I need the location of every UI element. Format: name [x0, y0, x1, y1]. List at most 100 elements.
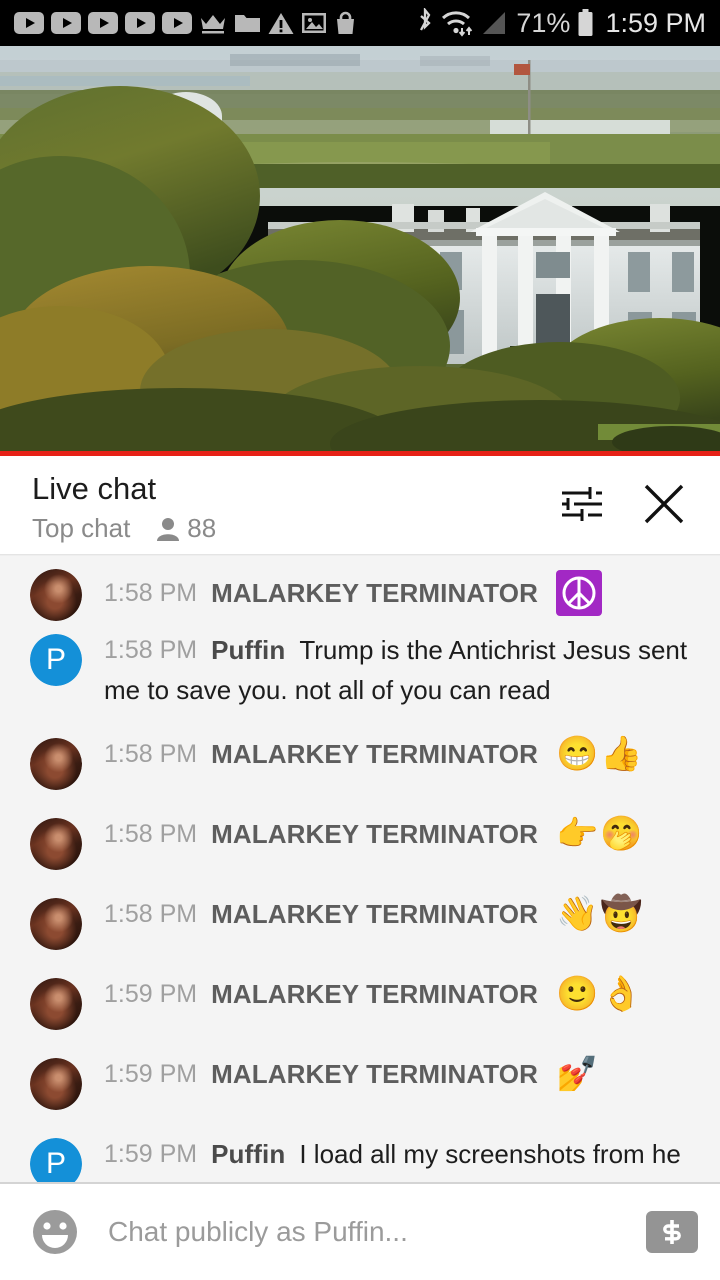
youtube-notification-icon-4 — [125, 12, 155, 34]
crown-icon — [201, 15, 225, 34]
super-chat-button[interactable] — [646, 1210, 698, 1253]
viewer-count-group: 88 — [156, 513, 216, 544]
status-bar-notification-icons — [14, 11, 416, 35]
avatar-photo — [30, 569, 82, 621]
youtube-notification-icon-2 — [51, 12, 81, 34]
chat-message-body: 1:58 PM Puffin Trump is the Antichrist J… — [82, 628, 702, 710]
status-bar-system-icons: 71% 1:59 PM — [416, 8, 706, 39]
viewer-count-label: 88 — [187, 513, 217, 543]
person-icon — [157, 517, 180, 541]
image-icon — [302, 13, 326, 33]
live-chat-message-list[interactable]: 1:58 PM MALARKEY TERMINATOR P 1:58 PM Pu… — [0, 556, 720, 1182]
chat-message-timestamp: 1:58 PM — [104, 579, 198, 607]
emoji-picker-button[interactable] — [30, 1207, 80, 1257]
chat-message-body: 1:58 PM MALARKEY TERMINATOR 👉🤭 — [82, 812, 702, 854]
live-chat-subrow: Top chat 88 — [32, 513, 558, 544]
video-frame — [0, 46, 720, 452]
live-chat-header: Live chat Top chat 88 — [0, 456, 720, 557]
avatar-photo — [30, 818, 82, 870]
peace-sign-sticker — [556, 570, 603, 616]
avatar[interactable]: P — [30, 634, 82, 686]
wifi-icon — [442, 11, 473, 37]
status-bar-clock: 1:59 PM — [605, 7, 706, 38]
chat-message-body: 1:58 PM MALARKEY TERMINATOR 👋🤠 — [82, 892, 702, 934]
avatar[interactable] — [30, 898, 82, 950]
warning-icon — [268, 12, 294, 34]
chat-message-emoji: 💅 — [556, 1055, 601, 1093]
chat-message-line: 1:58 PM MALARKEY TERMINATOR 👉🤭 — [104, 814, 702, 854]
chat-message-row[interactable]: P 1:58 PM Puffin Trump is the Antichrist… — [0, 628, 720, 732]
youtube-notification-icon-1 — [14, 12, 44, 34]
chat-message-row[interactable]: 1:58 PM MALARKEY TERMINATOR — [0, 556, 720, 628]
chat-message-timestamp: 1:59 PM — [104, 1140, 198, 1168]
chat-message-body: 1:59 PM MALARKEY TERMINATOR 💅 — [82, 1052, 702, 1094]
video-player[interactable] — [0, 46, 720, 456]
close-icon — [644, 484, 684, 524]
avatar-initial: P — [30, 634, 82, 686]
avatar[interactable] — [30, 569, 82, 621]
chat-message-author[interactable]: Puffin — [211, 1139, 285, 1169]
battery-icon — [578, 9, 593, 36]
bluetooth-icon — [420, 8, 432, 31]
chat-message-emoji: 😁👍 — [556, 735, 645, 773]
chat-message-author[interactable]: Puffin — [211, 635, 285, 665]
avatar-photo — [30, 1058, 82, 1110]
live-chat-header-actions — [558, 466, 698, 528]
chat-message-author[interactable]: MALARKEY TERMINATOR — [211, 819, 538, 849]
avatar[interactable]: P — [30, 1138, 82, 1182]
chat-message-emoji: 👉🤭 — [556, 815, 645, 853]
youtube-notification-icon-3 — [88, 12, 118, 34]
chat-message-author[interactable]: MALARKEY TERMINATOR — [211, 1059, 538, 1089]
chat-message-timestamp: 1:59 PM — [104, 1060, 198, 1088]
avatar[interactable] — [30, 818, 82, 870]
emoji-icon — [33, 1209, 77, 1254]
chat-message-line: 1:58 PM MALARKEY TERMINATOR — [104, 570, 702, 616]
chat-message-author[interactable]: MALARKEY TERMINATOR — [211, 899, 538, 929]
live-chat-title: Live chat — [32, 471, 157, 506]
chat-message-timestamp: 1:58 PM — [104, 740, 198, 768]
close-chat-button[interactable] — [640, 480, 688, 528]
chat-message-body: 1:58 PM MALARKEY TERMINATOR 😁👍 — [82, 732, 702, 774]
chat-message-timestamp: 1:58 PM — [104, 820, 198, 848]
chat-message-body: 1:59 PM MALARKEY TERMINATOR 🙂👌 — [82, 972, 702, 1014]
chat-message-emoji: 🙂👌 — [556, 975, 645, 1013]
avatar-initial: P — [30, 1138, 82, 1182]
chat-message-timestamp: 1:58 PM — [104, 636, 198, 664]
chat-composer — [0, 1184, 720, 1279]
chat-message-line: 1:58 PM MALARKEY TERMINATOR 😁👍 — [104, 734, 702, 774]
chat-message-author[interactable]: MALARKEY TERMINATOR — [211, 979, 538, 1009]
chat-message-row[interactable]: 1:58 PM MALARKEY TERMINATOR 😁👍 — [0, 732, 720, 812]
chat-message-timestamp: 1:59 PM — [104, 980, 198, 1008]
chat-message-author[interactable]: MALARKEY TERMINATOR — [211, 578, 538, 608]
avatar[interactable] — [30, 978, 82, 1030]
chat-message-row[interactable]: 1:58 PM MALARKEY TERMINATOR 👉🤭 — [0, 812, 720, 892]
chat-message-row[interactable]: 1:58 PM MALARKEY TERMINATOR 👋🤠 — [0, 892, 720, 972]
avatar[interactable] — [30, 738, 82, 790]
cell-signal-icon — [483, 11, 506, 34]
shopping-bag-icon — [337, 11, 354, 34]
chat-message-line: 1:59 PM MALARKEY TERMINATOR 🙂👌 — [104, 974, 702, 1014]
avatar[interactable] — [30, 1058, 82, 1110]
dollar-icon — [663, 1219, 681, 1244]
folder-icon — [235, 15, 260, 32]
live-chat-header-text-group: Live chat Top chat 88 — [32, 466, 558, 544]
chat-message-row[interactable]: 1:59 PM MALARKEY TERMINATOR 🙂👌 — [0, 972, 720, 1052]
youtube-notification-icon-5 — [162, 12, 192, 34]
chat-message-row[interactable]: 1:59 PM MALARKEY TERMINATOR 💅 — [0, 1052, 720, 1132]
chat-message-emoji: 👋🤠 — [556, 895, 645, 933]
chat-input[interactable] — [80, 1215, 636, 1248]
chat-message-body: 1:58 PM MALARKEY TERMINATOR — [82, 568, 702, 616]
chat-message-line: 1:58 PM MALARKEY TERMINATOR 👋🤠 — [104, 894, 702, 934]
avatar-photo — [30, 898, 82, 950]
tune-icon — [562, 487, 602, 521]
chat-mode-label[interactable]: Top chat — [32, 513, 130, 544]
battery-percent-label: 71% — [516, 7, 571, 38]
chat-message-row[interactable]: P 1:59 PM Puffin I load all my screensho… — [0, 1132, 720, 1182]
chat-message-line: 1:58 PM Puffin Trump is the Antichrist J… — [104, 630, 702, 710]
avatar-photo — [30, 738, 82, 790]
chat-message-line: 1:59 PM MALARKEY TERMINATOR 💅 — [104, 1054, 702, 1094]
chat-message-author[interactable]: MALARKEY TERMINATOR — [211, 739, 538, 769]
avatar-photo — [30, 978, 82, 1030]
chat-settings-button[interactable] — [558, 480, 606, 528]
chat-message-body: 1:59 PM Puffin I load all my screenshots… — [82, 1132, 702, 1182]
